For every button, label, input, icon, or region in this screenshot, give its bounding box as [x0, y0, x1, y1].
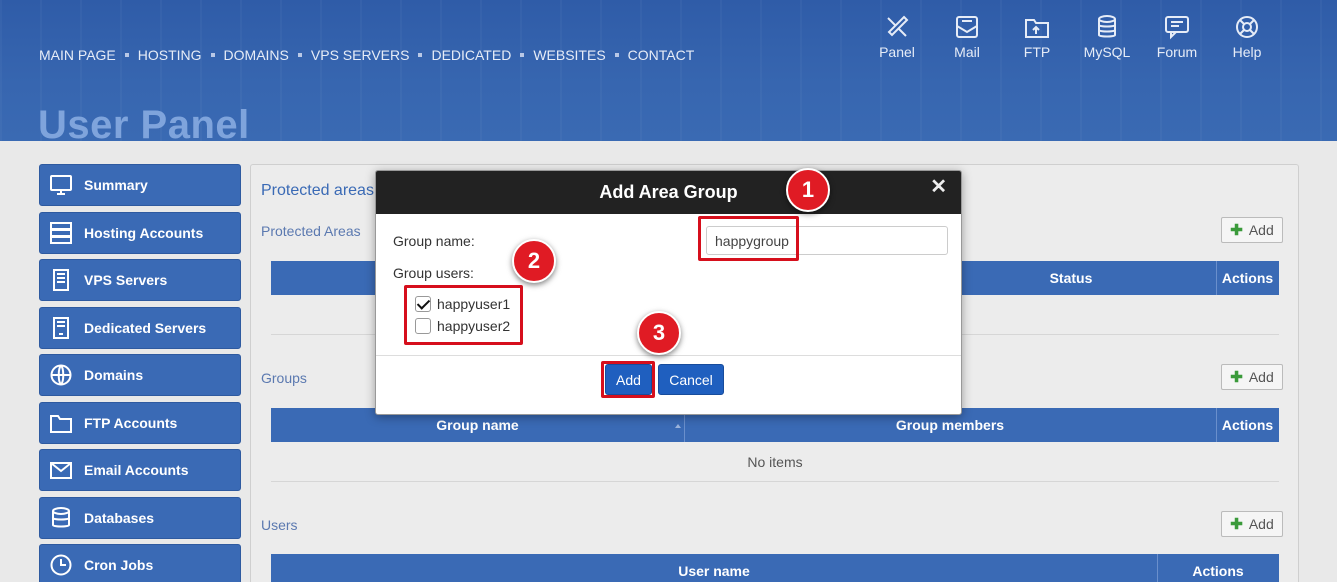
dialog-divider: [376, 355, 961, 356]
nav-dedicated[interactable]: DEDICATED: [431, 47, 511, 63]
plus-icon: ✚: [1230, 516, 1243, 533]
sidebar-item-label: VPS Servers: [84, 272, 168, 288]
nav-contact[interactable]: CONTACT: [628, 47, 695, 63]
sidebar-item-ftp-accounts[interactable]: FTP Accounts: [39, 401, 241, 444]
nav-separator: [297, 53, 302, 57]
sidebar-item-label: FTP Accounts: [84, 414, 178, 431]
icon-navigation: Panel Mail FTP MySQL Forum Help: [862, 14, 1282, 60]
group-users-label: Group users:: [393, 265, 474, 281]
nav-ftp[interactable]: FTP: [1002, 14, 1072, 60]
nav-websites[interactable]: WEBSITES: [533, 47, 605, 63]
dedicated-icon: [50, 316, 72, 339]
users-label: Users: [261, 517, 298, 533]
col-user-name[interactable]: User name: [271, 554, 1157, 582]
mail-icon: [956, 16, 978, 38]
chat-icon: [1165, 16, 1189, 40]
nav-forum[interactable]: Forum: [1142, 14, 1212, 60]
protected-areas-label: Protected Areas: [261, 223, 361, 239]
sidebar-item-label: Domains: [84, 367, 144, 383]
nav-vps-servers[interactable]: VPS SERVERS: [311, 47, 410, 63]
nav-separator: [418, 53, 423, 57]
clock-icon: [50, 554, 72, 576]
add-user-button[interactable]: ✚ Add: [1221, 511, 1283, 537]
nav-help[interactable]: Help: [1212, 14, 1282, 60]
ftp-folder-icon: [50, 412, 72, 434]
sidebar-item-label: Cron Jobs: [84, 557, 154, 573]
nav-panel-label: Panel: [879, 44, 915, 60]
sidebar-item-summary[interactable]: Summary: [39, 164, 241, 206]
server-stack-icon: [50, 221, 72, 244]
add-group-button[interactable]: ✚ Add: [1221, 364, 1283, 390]
highlight-group-name: [698, 216, 799, 261]
sidebar-item-email-accounts[interactable]: Email Accounts: [39, 449, 241, 491]
step-badge: 2: [512, 239, 556, 283]
group-name-label: Group name:: [393, 233, 475, 249]
nav-main-page[interactable]: MAIN PAGE: [39, 47, 116, 63]
step-badge: 3: [637, 311, 681, 355]
page-title: User Panel: [38, 103, 250, 141]
nav-domains[interactable]: DOMAINS: [224, 47, 289, 63]
groups-label: Groups: [261, 370, 307, 386]
monitor-icon: [50, 174, 72, 196]
step-badge: 1: [786, 168, 830, 212]
nav-ftp-label: FTP: [1023, 44, 1051, 60]
nav-separator: [520, 53, 525, 57]
nav-hosting[interactable]: HOSTING: [138, 47, 202, 63]
col-actions: Actions: [1192, 563, 1244, 579]
nav-help-label: Help: [1232, 44, 1262, 60]
database-icon: [1098, 15, 1116, 38]
www-globe-icon: [50, 364, 72, 386]
add-label: Add: [1248, 516, 1274, 532]
lifebuoy-icon: [1236, 16, 1258, 38]
nav-forum-label: Forum: [1156, 44, 1198, 60]
users-table-header: User name Actions: [271, 554, 1279, 582]
col-actions: Actions: [1221, 270, 1274, 286]
nav-mysql[interactable]: MySQL: [1072, 14, 1142, 60]
plus-icon: ✚: [1230, 369, 1243, 386]
nav-separator: [124, 53, 129, 57]
highlight-group-users: [404, 285, 523, 345]
nav-mail[interactable]: Mail: [932, 14, 1002, 60]
col-actions: Actions: [1221, 417, 1274, 433]
sidebar-item-label: Summary: [84, 177, 148, 193]
nav-separator: [614, 53, 619, 57]
plus-icon: ✚: [1230, 222, 1243, 239]
nav-separator: [210, 53, 215, 57]
sidebar-item-databases[interactable]: Databases: [39, 496, 241, 539]
site-header: MAIN PAGE HOSTING DOMAINS VPS SERVERS DE…: [0, 0, 1337, 141]
sidebar-item-label: Email Accounts: [84, 462, 189, 478]
vps-icon: [50, 269, 72, 291]
close-icon[interactable]: ✕: [930, 174, 947, 199]
sort-icon[interactable]: [675, 424, 681, 428]
database-icon: [50, 506, 72, 529]
cancel-button[interactable]: Cancel: [658, 364, 724, 395]
add-protected-area-button[interactable]: ✚ Add: [1221, 217, 1283, 243]
groups-empty-row: No items: [271, 442, 1279, 482]
nav-mail-label: Mail: [954, 44, 980, 60]
sidebar-item-label: Hosting Accounts: [84, 224, 204, 241]
nav-panel[interactable]: Panel: [862, 14, 932, 60]
ftp-folder-icon: [1025, 19, 1049, 38]
highlight-add-button: [601, 361, 655, 398]
envelope-icon: [50, 459, 72, 481]
nav-mysql-label: MySQL: [1083, 44, 1131, 60]
dialog-title: Add Area Group: [599, 182, 738, 202]
sidebar-item-vps-servers[interactable]: VPS Servers: [39, 259, 241, 301]
main-title: Protected areas: [261, 182, 374, 199]
col-status[interactable]: Status: [961, 261, 1181, 295]
sidebar-item-domains[interactable]: Domains: [39, 354, 241, 396]
sidebar-item-label: Databases: [84, 509, 155, 526]
tools-icon: [887, 15, 909, 37]
dialog-header: Add Area Group ✕: [376, 171, 961, 214]
top-navigation: MAIN PAGE HOSTING DOMAINS VPS SERVERS DE…: [39, 47, 694, 63]
sidebar-item-cron-jobs[interactable]: Cron Jobs: [39, 544, 241, 582]
sidebar-item-hosting-accounts[interactable]: Hosting Accounts: [39, 211, 241, 254]
add-label: Add: [1248, 222, 1274, 238]
sidebar-item-label: Dedicated Servers: [84, 319, 207, 336]
sidebar: Summary Hosting Accounts VPS Servers Ded…: [39, 164, 241, 582]
add-label: Add: [1248, 369, 1274, 385]
sidebar-item-dedicated-servers[interactable]: Dedicated Servers: [39, 306, 241, 349]
